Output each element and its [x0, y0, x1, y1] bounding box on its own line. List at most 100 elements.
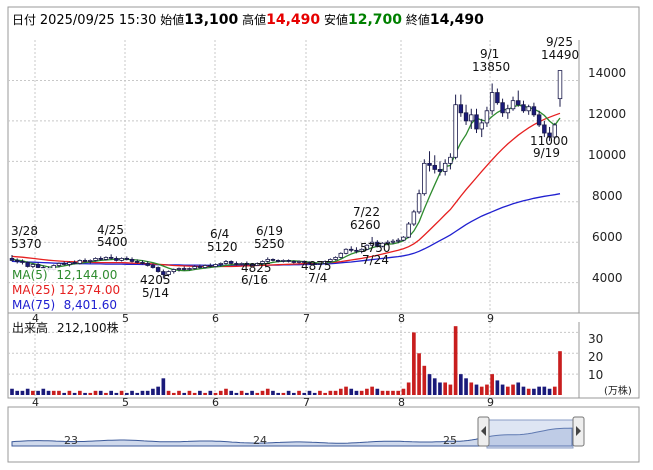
annotation-date: 6/16 — [241, 273, 268, 287]
candle-body — [197, 266, 203, 268]
annotation-date: 9/25 — [546, 35, 573, 49]
navigator-right-handle[interactable] — [572, 416, 585, 447]
volume-bar — [297, 390, 301, 395]
volume-bar — [432, 378, 437, 395]
candle-body — [124, 257, 130, 260]
price-tick: 10000 — [588, 148, 626, 162]
candle-body — [516, 100, 521, 106]
volume-bar — [333, 390, 338, 395]
candle-body — [521, 104, 526, 112]
volume-bar — [260, 390, 265, 395]
volume-bar — [464, 378, 468, 395]
volume-bar — [161, 378, 166, 395]
close-value: 14,490 — [429, 12, 484, 28]
month-label: 7 — [303, 396, 310, 409]
candle-body — [390, 240, 396, 243]
volume-bar — [203, 392, 207, 395]
volume-bar — [208, 390, 213, 395]
legend-ma75-label: MA(75) — [12, 298, 56, 312]
volume-bar — [469, 382, 474, 395]
candle-body — [354, 249, 359, 252]
candle-body — [9, 257, 15, 261]
navigator-left-handle[interactable] — [477, 416, 490, 447]
volume-bar — [359, 390, 364, 395]
candle-body — [275, 260, 281, 262]
volume-bar — [500, 384, 505, 395]
volume-bar — [532, 388, 536, 395]
volume-bar — [375, 388, 380, 395]
volume-bar — [109, 390, 113, 395]
candle-body — [333, 256, 338, 260]
annotation-date: 6/4 — [210, 227, 229, 241]
month-label: 5 — [122, 396, 129, 409]
volume-bar — [234, 392, 239, 395]
volume-bar — [229, 390, 234, 395]
candle-body — [453, 104, 458, 158]
candle-body — [474, 114, 479, 130]
volume-bar — [25, 388, 30, 395]
candle-body — [119, 257, 124, 261]
volume-bar — [98, 390, 103, 395]
candle-body — [500, 102, 505, 114]
volume-bar — [459, 374, 463, 395]
candle-body — [145, 263, 150, 266]
legend-ma75-value: 8,401.60 — [63, 298, 118, 312]
legend-ma5-value: 12,144.00 — [56, 268, 118, 282]
price-tick: 14000 — [588, 66, 626, 80]
volume-bar — [479, 386, 484, 395]
volume-bar — [558, 351, 562, 395]
candle-body — [218, 263, 223, 265]
volume-bar — [182, 392, 187, 395]
volume-bar — [104, 392, 108, 395]
volume-bar — [67, 390, 72, 395]
candle-body — [171, 269, 177, 272]
volume-bar — [124, 392, 129, 395]
candle-body — [187, 268, 192, 270]
candle-body — [484, 110, 490, 124]
volume-bar — [51, 390, 56, 395]
datetime-value: 2025/09/25 15:30 — [39, 13, 157, 28]
month-label: 6 — [212, 396, 219, 409]
month-label: 5 — [122, 312, 129, 325]
price-tick: 8000 — [592, 189, 623, 203]
annotation-value: 14490 — [541, 48, 579, 62]
volume-bar — [281, 392, 286, 395]
volume-bar — [448, 384, 453, 395]
volume-bar — [62, 392, 67, 395]
volume-bar — [239, 390, 244, 395]
volume-bar — [391, 390, 395, 395]
candle-body — [135, 261, 140, 263]
candle-body — [202, 265, 208, 268]
volume-bar — [443, 382, 448, 395]
candle-body — [182, 268, 187, 270]
price-summary-header: 日付 2025/09/25 15:30 始値13,100 高値14,490 安値… — [12, 11, 484, 28]
volume-bar — [401, 388, 406, 395]
annotation-date: 5/14 — [142, 286, 169, 300]
volume-bar — [140, 390, 145, 395]
candle-body — [338, 252, 344, 258]
volume-bar — [542, 386, 547, 395]
volume-bar — [349, 388, 354, 395]
volume-bar — [276, 392, 280, 395]
candle-body — [432, 164, 437, 170]
candle-body — [422, 162, 427, 195]
annotation-date: 9/19 — [533, 146, 560, 160]
volume-bar — [537, 386, 541, 395]
volume-bar — [88, 392, 93, 395]
annotation-value: 5400 — [97, 235, 128, 249]
volume-tick: 20 — [588, 350, 603, 364]
stock-chart-widget: 14000 12000 10000 8000 6000 4000 30 20 1… — [0, 0, 653, 470]
candle-body — [542, 124, 547, 134]
volume-bar — [380, 390, 385, 395]
annotation-date: 7/24 — [362, 253, 389, 267]
annotation-value: 13850 — [472, 60, 510, 74]
volume-bar — [93, 390, 98, 395]
candle-body — [114, 257, 119, 261]
volume-bar — [20, 390, 25, 395]
candle-body — [349, 248, 354, 251]
annotation-date: 9/1 — [480, 47, 499, 61]
volume-bar — [396, 390, 401, 395]
candle-body — [192, 266, 197, 269]
navigator-selection[interactable] — [486, 419, 574, 449]
volume-bar — [245, 392, 249, 395]
